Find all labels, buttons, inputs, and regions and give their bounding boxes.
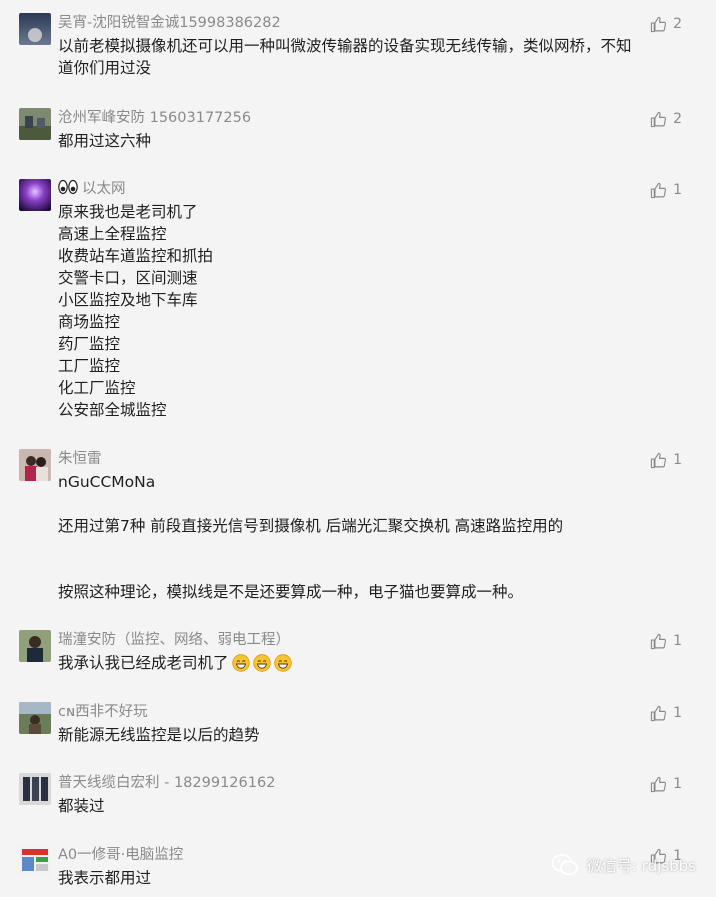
thumbs-up-icon	[650, 776, 667, 792]
like-count: 2	[673, 16, 682, 32]
comment-nickname[interactable]: ᴄɴ西非不好玩	[58, 702, 148, 722]
watermark-text: 微信号: rdjsbbs	[586, 856, 696, 875]
like-count: 1	[673, 705, 682, 721]
comment-text: 原来我也是老司机了 高速上全程监控 收费站车道监控和抓拍 交警卡口，区间测速 小…	[58, 201, 656, 421]
thumbs-up-icon	[650, 705, 667, 721]
comment-line: 商场监控	[58, 313, 121, 331]
comment-line: 道你们用过没	[58, 59, 152, 77]
comment-nickname[interactable]: 瑞潼安防（监控、网络、弱电工程）	[58, 630, 290, 650]
avatar[interactable]	[19, 630, 51, 662]
like-button[interactable]: 1	[650, 704, 682, 722]
thumbs-up-icon	[650, 182, 667, 198]
comment-text: 以前老模拟摄像机还可以用一种叫微波传输器的设备实现无线传输，类似网桥，不知 道你…	[58, 35, 656, 79]
like-count: 1	[673, 452, 682, 468]
like-button[interactable]: 1	[650, 632, 682, 650]
comment-line	[58, 537, 656, 559]
avatar[interactable]	[19, 845, 51, 877]
comment-line-container: 我承认我已经成老司机了	[58, 652, 656, 674]
wechat-icon	[551, 854, 578, 876]
comment-text: 都装过	[58, 795, 656, 817]
comment-line: 还用过第7种 前段直接光信号到摄像机 后端光汇聚交换机 高速路监控用的	[58, 517, 564, 535]
comment-text: 新能源无线监控是以后的趋势	[58, 724, 656, 746]
comment-text: 我承认我已经成老司机了	[58, 652, 656, 674]
like-button[interactable]: 1	[650, 181, 682, 199]
comment-nickname[interactable]: 吴宵-沈阳锐智金诚15998386282	[58, 13, 281, 33]
comment-text: 都用过这六种	[58, 130, 656, 152]
grin-emoji-icon	[273, 654, 292, 672]
comment-nickname[interactable]: 以太网	[58, 179, 126, 199]
like-count: 1	[673, 776, 682, 792]
comment-line: 工厂监控	[58, 357, 121, 375]
thumbs-up-icon	[650, 633, 667, 649]
avatar[interactable]	[19, 108, 51, 140]
thumbs-up-icon	[650, 111, 667, 127]
comment-line: 药厂监控	[58, 335, 121, 353]
comment-line: 收费站车道监控和抓拍	[58, 247, 214, 265]
like-count: 2	[673, 111, 682, 127]
thumbs-up-icon	[650, 16, 667, 32]
comment-line: 新能源无线监控是以后的趋势	[58, 726, 260, 744]
comment-nickname[interactable]: 普天线缆白宏利 - 18299126162	[58, 773, 275, 793]
grin-emoji-icon	[252, 654, 271, 672]
eyes-emoji-icon	[58, 179, 78, 195]
comment-line: 都装过	[58, 797, 105, 815]
avatar[interactable]	[19, 449, 51, 481]
comment-line: nGuCCMoNa	[58, 473, 156, 491]
like-button[interactable]: 1	[650, 451, 682, 469]
comment-nickname[interactable]: A0一修哥·电脑监控	[58, 845, 183, 865]
comment-nickname[interactable]: 沧州军峰安防 15603177256	[58, 108, 251, 128]
comment-line	[58, 559, 656, 581]
avatar[interactable]	[19, 179, 51, 211]
like-count: 1	[673, 182, 682, 198]
wechat-watermark: 微信号: rdjsbbs	[551, 853, 696, 877]
like-button[interactable]: 2	[650, 110, 682, 128]
comment-line: 按照这种理论，模拟线是不是还要算成一种，电子猫也要算成一种。	[58, 583, 524, 601]
like-count: 1	[673, 633, 682, 649]
comment-line: 小区监控及地下车库	[58, 291, 198, 309]
comment-line: 高速上全程监控	[58, 225, 167, 243]
comment-line: 以前老模拟摄像机还可以用一种叫微波传输器的设备实现无线传输，类似网桥，不知	[58, 37, 632, 55]
grin-emoji-icon	[231, 654, 250, 672]
comment-line: 公安部全城监控	[58, 401, 167, 419]
comment-text: nGuCCMoNa 还用过第7种 前段直接光信号到摄像机 后端光汇聚交换机 高速…	[58, 471, 656, 603]
like-button[interactable]: 2	[650, 15, 682, 33]
comment-line: 我承认我已经成老司机了	[58, 654, 229, 672]
comment-line: 交警卡口，区间测速	[58, 269, 198, 287]
comment-line: 原来我也是老司机了	[58, 203, 198, 221]
comment-line: 化工厂监控	[58, 379, 136, 397]
comment-line: 都用过这六种	[58, 132, 152, 150]
thumbs-up-icon	[650, 452, 667, 468]
avatar[interactable]	[19, 702, 51, 734]
like-button[interactable]: 1	[650, 775, 682, 793]
avatar[interactable]	[19, 13, 51, 45]
comment-nickname[interactable]: 朱恒雷	[58, 449, 102, 469]
comment-line	[58, 493, 656, 515]
avatar[interactable]	[19, 773, 51, 805]
comment-nickname-text: 以太网	[82, 181, 126, 197]
